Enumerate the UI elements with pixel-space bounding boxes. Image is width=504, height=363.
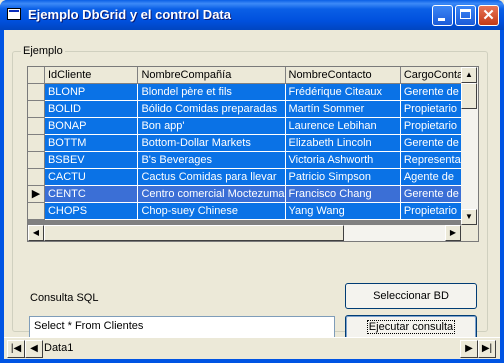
table-row[interactable]: BOTTM Bottom-Dollar Markets Elizabeth Linc… [28, 134, 478, 152]
move-previous-icon[interactable]: ◀ [25, 340, 43, 358]
table-cell[interactable]: Centro comercial Moctezuma [137, 185, 286, 203]
row-indicator[interactable] [28, 168, 45, 186]
horizontal-scroll-thumb[interactable] [44, 225, 344, 241]
scroll-right-arrow-icon[interactable]: ▶ [445, 225, 461, 241]
row-indicator[interactable] [28, 83, 45, 101]
table-cell[interactable]: Patricio Simpson [285, 168, 401, 186]
table-row[interactable]: BSBEV B's Beverages Victoria Ashworth Repre… [28, 151, 478, 169]
column-header[interactable]: NombreContacto [285, 67, 401, 84]
close-button[interactable]: ✕ [478, 5, 499, 26]
table-cell[interactable]: Francisco Chang [285, 185, 401, 203]
move-next-icon[interactable]: ▶ [460, 340, 478, 358]
table-cell[interactable]: BOTTM [44, 134, 139, 152]
title-bar[interactable]: Ejemplo DbGrid y el control Data ✕ [0, 0, 504, 30]
data-control-caption: Data1 [44, 342, 74, 354]
app-icon [7, 8, 21, 20]
table-row[interactable]: BONAP Bon app' Laurence Lebihan Propietario [28, 117, 478, 135]
table-cell[interactable]: CACTU [44, 168, 139, 186]
current-table-row[interactable]: ▶ CENTC Centro comercial Moctezuma Francisc… [28, 185, 478, 203]
table-cell[interactable]: Blondel père et fils [137, 83, 286, 101]
table-row[interactable]: CACTU Cactus Comidas para llevar Patricio … [28, 168, 478, 186]
move-last-icon[interactable]: ▶| [478, 340, 496, 358]
table-cell[interactable]: Cactus Comidas para llevar [137, 168, 286, 186]
table-cell[interactable]: BOLID [44, 100, 139, 118]
table-cell[interactable]: Bólido Comidas preparadas [137, 100, 286, 118]
move-first-icon[interactable]: |◀ [7, 340, 25, 358]
row-indicator[interactable] [28, 202, 45, 220]
table-cell[interactable]: Frédérique Citeaux [285, 83, 401, 101]
vertical-scroll-thumb[interactable] [461, 83, 477, 109]
table-cell[interactable]: Yang Wang [285, 202, 401, 220]
table-cell[interactable]: Elizabeth Lincoln [285, 134, 401, 152]
window-title: Ejemplo DbGrid y el control Data [28, 7, 231, 22]
table-cell[interactable]: B's Beverages [137, 151, 286, 169]
table-cell[interactable]: Chop-suey Chinese [137, 202, 286, 220]
table-cell[interactable]: Laurence Lebihan [285, 117, 401, 135]
data-control: |◀ ◀ Data1 ▶ ▶| [4, 337, 500, 359]
table-cell[interactable]: BLONP [44, 83, 139, 101]
grid-header-row: IdCliente NombreCompañía NombreContacto Car… [28, 67, 478, 84]
sql-query-label: Consulta SQL [30, 292, 99, 304]
maximize-button[interactable] [455, 5, 476, 26]
table-cell[interactable]: CENTC [44, 185, 139, 203]
table-cell[interactable]: Bon app' [137, 117, 286, 135]
table-row[interactable]: BLONP Blondel père et fils Frédérique Cite… [28, 83, 478, 101]
horizontal-scrollbar[interactable]: ◀ ▶ [28, 225, 461, 241]
vertical-scrollbar[interactable]: ▲ ▼ [461, 67, 478, 225]
scroll-up-arrow-icon[interactable]: ▲ [461, 67, 477, 83]
column-header[interactable]: IdCliente [44, 67, 139, 84]
grid-corner-cell [28, 67, 45, 84]
app-window: Ejemplo DbGrid y el control Data ✕ Ejemp… [0, 0, 504, 363]
row-indicator[interactable] [28, 117, 45, 135]
table-row[interactable]: CHOPS Chop-suey Chinese Yang Wang Propietar… [28, 202, 478, 220]
table-cell[interactable]: BONAP [44, 117, 139, 135]
select-db-button[interactable]: Seleccionar BD [345, 283, 477, 309]
execute-query-label: Ejecutar consulta [366, 320, 456, 334]
table-cell[interactable]: Victoria Ashworth [285, 151, 401, 169]
minimize-button[interactable] [432, 5, 453, 26]
current-record-icon[interactable]: ▶ [28, 185, 45, 203]
scroll-corner [461, 225, 478, 241]
row-indicator[interactable] [28, 100, 45, 118]
scroll-down-arrow-icon[interactable]: ▼ [461, 209, 477, 225]
table-cell[interactable]: BSBEV [44, 151, 139, 169]
table-cell[interactable]: Martín Sommer [285, 100, 401, 118]
row-indicator[interactable] [28, 134, 45, 152]
close-icon: ✕ [482, 7, 495, 24]
frame-legend: Ejemplo [23, 45, 63, 57]
client-area: Ejemplo IdCliente NombreCompañía NombreCon… [4, 30, 500, 359]
db-grid[interactable]: IdCliente NombreCompañía NombreContacto Car… [27, 66, 479, 242]
table-cell[interactable]: Bottom-Dollar Markets [137, 134, 286, 152]
table-cell[interactable]: CHOPS [44, 202, 139, 220]
row-indicator[interactable] [28, 151, 45, 169]
table-row[interactable]: BOLID Bólido Comidas preparadas Martín Som… [28, 100, 478, 118]
grid-table: IdCliente NombreCompañía NombreContacto Car… [28, 67, 478, 220]
column-header[interactable]: NombreCompañía [137, 67, 286, 84]
scroll-left-arrow-icon[interactable]: ◀ [28, 225, 44, 241]
